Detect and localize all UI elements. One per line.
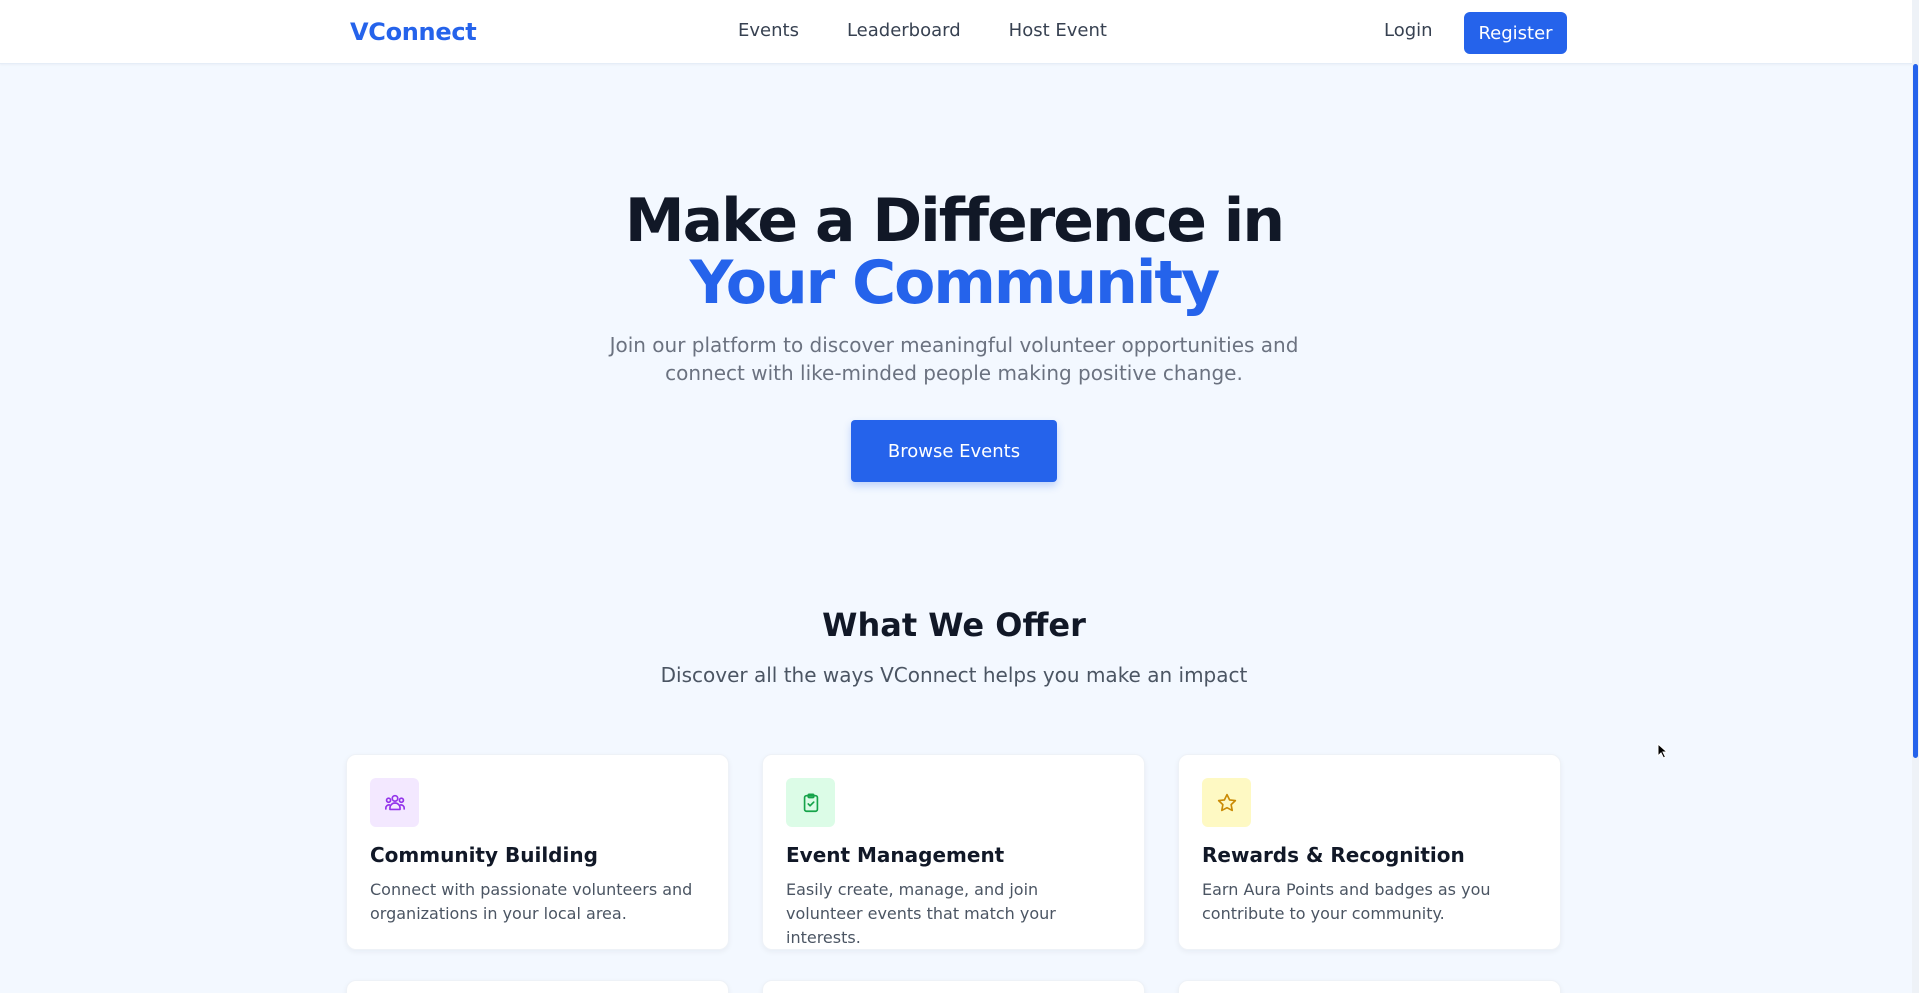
feature-card	[762, 980, 1145, 993]
feature-card-event-management: Event Management Easily create, manage, …	[762, 754, 1145, 950]
card-description: Earn Aura Points and badges as you contr…	[1202, 880, 1491, 923]
hero-subtitle: Join our platform to discover meaningful…	[609, 333, 1299, 385]
card-description: Connect with passionate volunteers and o…	[370, 880, 693, 923]
nav-link-leaderboard[interactable]: Leaderboard	[847, 20, 961, 41]
clipboard-check-icon	[786, 778, 835, 827]
card-description: Easily create, manage, and join voluntee…	[786, 880, 1056, 947]
hero-title-line1: Make a Difference in	[624, 186, 1285, 256]
page-scrollbar-thumb[interactable]	[1913, 64, 1918, 758]
login-link[interactable]: Login	[1384, 20, 1433, 41]
feature-card-rewards: Rewards & Recognition Earn Aura Points a…	[1178, 754, 1561, 950]
star-icon	[1202, 778, 1251, 827]
card-title: Event Management	[786, 843, 1005, 867]
hero-title: Make a Difference in Your Community	[0, 190, 1908, 314]
feature-card	[346, 980, 729, 993]
card-title: Community Building	[370, 843, 598, 867]
mouse-cursor-icon	[1657, 743, 1668, 759]
users-group-icon	[370, 778, 419, 827]
hero-title-line2: Your Community	[689, 248, 1220, 318]
offer-subtitle: Discover all the ways VConnect helps you…	[660, 663, 1248, 687]
offer-title: What We Offer	[822, 606, 1086, 644]
browse-events-button[interactable]: Browse Events	[851, 420, 1057, 482]
brand-logo[interactable]: VConnect	[350, 18, 477, 46]
register-button[interactable]: Register	[1464, 12, 1567, 54]
nav-link-host-event[interactable]: Host Event	[1009, 20, 1107, 41]
feature-card-community: Community Building Connect with passiona…	[346, 754, 729, 950]
top-navbar: VConnect Events Leaderboard Host Event L…	[0, 0, 1912, 64]
nav-link-events[interactable]: Events	[738, 20, 799, 41]
main-nav: Events Leaderboard Host Event	[738, 20, 1107, 41]
card-title: Rewards & Recognition	[1202, 843, 1465, 867]
feature-card	[1178, 980, 1561, 993]
